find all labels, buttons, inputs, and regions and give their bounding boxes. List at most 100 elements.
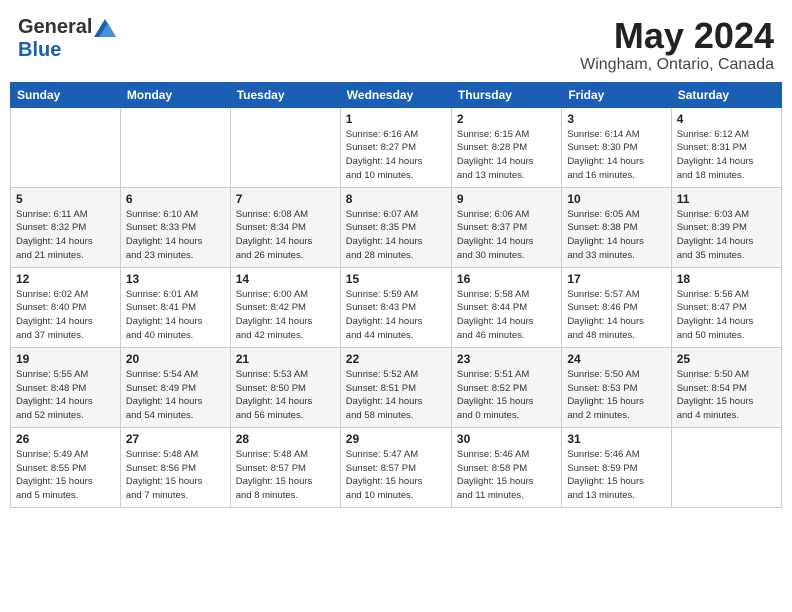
calendar-cell: 10Sunrise: 6:05 AM Sunset: 8:38 PM Dayli… <box>562 187 671 267</box>
day-info: Sunrise: 5:59 AM Sunset: 8:43 PM Dayligh… <box>346 288 446 343</box>
day-info: Sunrise: 6:15 AM Sunset: 8:28 PM Dayligh… <box>457 128 556 183</box>
calendar-cell: 8 Sunrise: 6:07 AM Sunset: 8:35 PM Daylig… <box>340 187 451 267</box>
day-info: Sunrise: 5:46 AM Sunset: 8:58 PM Dayligh… <box>457 448 556 503</box>
day-number: 8 <box>346 192 446 206</box>
day-info: Sunrise: 6:02 AM Sunset: 8:40 PM Dayligh… <box>16 288 115 343</box>
day-info: Sunrise: 6:08 AM Sunset: 8:34 PM Dayligh… <box>236 208 335 263</box>
day-info: Sunrise: 6:10 AM Sunset: 8:33 PM Dayligh… <box>126 208 225 263</box>
weekday-header: Sunday <box>11 82 121 107</box>
day-info: Sunrise: 6:11 AM Sunset: 8:32 PM Dayligh… <box>16 208 115 263</box>
weekday-header: Thursday <box>451 82 561 107</box>
calendar-cell <box>671 427 781 507</box>
day-number: 14 <box>236 272 335 286</box>
weekday-header: Wednesday <box>340 82 451 107</box>
calendar-week-row: 5 Sunrise: 6:11 AM Sunset: 8:32 PM Daylig… <box>11 187 782 267</box>
logo-blue-text: Blue <box>18 39 61 62</box>
day-info: Sunrise: 6:05 AM Sunset: 8:38 PM Dayligh… <box>567 208 665 263</box>
day-info: Sunrise: 5:47 AM Sunset: 8:57 PM Dayligh… <box>346 448 446 503</box>
day-info: Sunrise: 5:56 AM Sunset: 8:47 PM Dayligh… <box>677 288 776 343</box>
calendar-cell: 21 Sunrise: 5:53 AM Sunset: 8:50 PM Dayli… <box>230 347 340 427</box>
calendar-table: SundayMondayTuesdayWednesdayThursdayFrid… <box>10 82 782 508</box>
day-number: 4 <box>677 112 776 126</box>
day-number: 5 <box>16 192 115 206</box>
day-number: 6 <box>126 192 225 206</box>
day-info: Sunrise: 5:52 AM Sunset: 8:51 PM Dayligh… <box>346 368 446 423</box>
logo: General Blue <box>18 16 116 62</box>
day-number: 23 <box>457 352 556 366</box>
day-info: Sunrise: 6:03 AM Sunset: 8:39 PM Dayligh… <box>677 208 776 263</box>
calendar-cell: 29Sunrise: 5:47 AM Sunset: 8:57 PM Dayli… <box>340 427 451 507</box>
calendar-cell: 19Sunrise: 5:55 AM Sunset: 8:48 PM Dayli… <box>11 347 121 427</box>
day-number: 25 <box>677 352 776 366</box>
weekday-header-row: SundayMondayTuesdayWednesdayThursdayFrid… <box>11 82 782 107</box>
calendar-cell: 17 Sunrise: 5:57 AM Sunset: 8:46 PM Dayli… <box>562 267 671 347</box>
calendar-cell: 12 Sunrise: 6:02 AM Sunset: 8:40 PM Dayli… <box>11 267 121 347</box>
calendar-cell: 4 Sunrise: 6:12 AM Sunset: 8:31 PM Daylig… <box>671 107 781 187</box>
day-number: 27 <box>126 432 225 446</box>
day-number: 26 <box>16 432 115 446</box>
day-info: Sunrise: 5:48 AM Sunset: 8:57 PM Dayligh… <box>236 448 335 503</box>
calendar-cell: 18 Sunrise: 5:56 AM Sunset: 8:47 PM Dayli… <box>671 267 781 347</box>
day-number: 22 <box>346 352 446 366</box>
day-info: Sunrise: 5:51 AM Sunset: 8:52 PM Dayligh… <box>457 368 556 423</box>
month-title: May 2024 <box>580 16 774 56</box>
page-header: General Blue May 2024 Wingham, Ontario, … <box>10 10 782 74</box>
day-number: 13 <box>126 272 225 286</box>
title-block: May 2024 Wingham, Ontario, Canada <box>580 16 774 74</box>
calendar-cell: 1 Sunrise: 6:16 AM Sunset: 8:27 PM Daylig… <box>340 107 451 187</box>
calendar-cell: 14 Sunrise: 6:00 AM Sunset: 8:42 PM Dayli… <box>230 267 340 347</box>
calendar-cell: 27 Sunrise: 5:48 AM Sunset: 8:56 PM Dayli… <box>120 427 230 507</box>
day-number: 18 <box>677 272 776 286</box>
day-info: Sunrise: 6:16 AM Sunset: 8:27 PM Dayligh… <box>346 128 446 183</box>
calendar-week-row: 19Sunrise: 5:55 AM Sunset: 8:48 PM Dayli… <box>11 347 782 427</box>
day-number: 28 <box>236 432 335 446</box>
day-info: Sunrise: 5:58 AM Sunset: 8:44 PM Dayligh… <box>457 288 556 343</box>
calendar-week-row: 1 Sunrise: 6:16 AM Sunset: 8:27 PM Daylig… <box>11 107 782 187</box>
calendar-cell: 25 Sunrise: 5:50 AM Sunset: 8:54 PM Dayli… <box>671 347 781 427</box>
location-title: Wingham, Ontario, Canada <box>580 56 774 74</box>
calendar-cell: 26 Sunrise: 5:49 AM Sunset: 8:55 PM Dayli… <box>11 427 121 507</box>
day-number: 15 <box>346 272 446 286</box>
day-info: Sunrise: 6:14 AM Sunset: 8:30 PM Dayligh… <box>567 128 665 183</box>
calendar-cell: 9 Sunrise: 6:06 AM Sunset: 8:37 PM Daylig… <box>451 187 561 267</box>
day-number: 21 <box>236 352 335 366</box>
day-number: 1 <box>346 112 446 126</box>
calendar-cell <box>230 107 340 187</box>
day-number: 12 <box>16 272 115 286</box>
day-info: Sunrise: 6:01 AM Sunset: 8:41 PM Dayligh… <box>126 288 225 343</box>
calendar-cell: 23 Sunrise: 5:51 AM Sunset: 8:52 PM Dayli… <box>451 347 561 427</box>
day-number: 17 <box>567 272 665 286</box>
day-info: Sunrise: 5:53 AM Sunset: 8:50 PM Dayligh… <box>236 368 335 423</box>
calendar-cell: 28 Sunrise: 5:48 AM Sunset: 8:57 PM Dayli… <box>230 427 340 507</box>
day-info: Sunrise: 6:07 AM Sunset: 8:35 PM Dayligh… <box>346 208 446 263</box>
day-info: Sunrise: 6:12 AM Sunset: 8:31 PM Dayligh… <box>677 128 776 183</box>
day-info: Sunrise: 5:48 AM Sunset: 8:56 PM Dayligh… <box>126 448 225 503</box>
calendar-week-row: 12 Sunrise: 6:02 AM Sunset: 8:40 PM Dayli… <box>11 267 782 347</box>
calendar-cell <box>11 107 121 187</box>
day-info: Sunrise: 5:54 AM Sunset: 8:49 PM Dayligh… <box>126 368 225 423</box>
day-info: Sunrise: 5:50 AM Sunset: 8:54 PM Dayligh… <box>677 368 776 423</box>
day-info: Sunrise: 5:57 AM Sunset: 8:46 PM Dayligh… <box>567 288 665 343</box>
calendar-cell: 5 Sunrise: 6:11 AM Sunset: 8:32 PM Daylig… <box>11 187 121 267</box>
weekday-header: Tuesday <box>230 82 340 107</box>
weekday-header: Friday <box>562 82 671 107</box>
calendar-cell: 22 Sunrise: 5:52 AM Sunset: 8:51 PM Dayli… <box>340 347 451 427</box>
day-info: Sunrise: 5:55 AM Sunset: 8:48 PM Dayligh… <box>16 368 115 423</box>
logo-icon <box>94 19 116 37</box>
day-info: Sunrise: 5:49 AM Sunset: 8:55 PM Dayligh… <box>16 448 115 503</box>
day-number: 20 <box>126 352 225 366</box>
day-info: Sunrise: 6:06 AM Sunset: 8:37 PM Dayligh… <box>457 208 556 263</box>
calendar-week-row: 26 Sunrise: 5:49 AM Sunset: 8:55 PM Dayli… <box>11 427 782 507</box>
day-number: 7 <box>236 192 335 206</box>
day-info: Sunrise: 5:50 AM Sunset: 8:53 PM Dayligh… <box>567 368 665 423</box>
calendar-cell: 30Sunrise: 5:46 AM Sunset: 8:58 PM Dayli… <box>451 427 561 507</box>
day-number: 24 <box>567 352 665 366</box>
calendar-cell: 7 Sunrise: 6:08 AM Sunset: 8:34 PM Daylig… <box>230 187 340 267</box>
day-number: 9 <box>457 192 556 206</box>
calendar-cell: 3Sunrise: 6:14 AM Sunset: 8:30 PM Daylig… <box>562 107 671 187</box>
calendar-cell: 15 Sunrise: 5:59 AM Sunset: 8:43 PM Dayli… <box>340 267 451 347</box>
calendar-cell: 13 Sunrise: 6:01 AM Sunset: 8:41 PM Dayli… <box>120 267 230 347</box>
day-number: 2 <box>457 112 556 126</box>
calendar-cell: 6 Sunrise: 6:10 AM Sunset: 8:33 PM Daylig… <box>120 187 230 267</box>
day-info: Sunrise: 6:00 AM Sunset: 8:42 PM Dayligh… <box>236 288 335 343</box>
